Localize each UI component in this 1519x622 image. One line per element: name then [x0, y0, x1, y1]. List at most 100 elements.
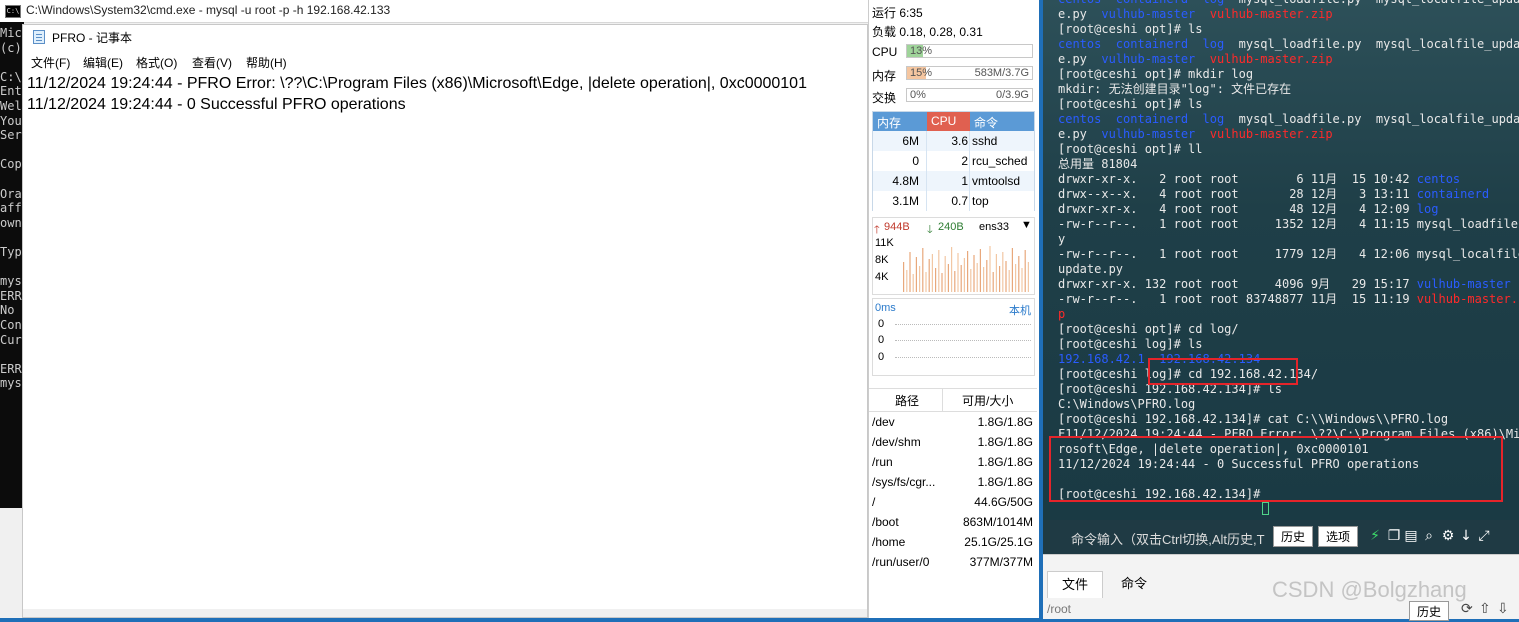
- path-history-button[interactable]: 历史: [1409, 601, 1449, 621]
- tab-commands[interactable]: 命令: [1107, 571, 1161, 597]
- net-traffic-bar: [976, 263, 978, 292]
- col-size-header[interactable]: 可用/大小: [962, 392, 1013, 409]
- disk-path: /: [872, 495, 876, 509]
- gear-icon[interactable]: ⚙: [1440, 527, 1456, 545]
- terminal-line: e.py vulhub-master vulhub-master.zip: [1058, 7, 1333, 22]
- terminal-text-segment: mysql_loadfile.py mysql_localfile_updat: [1238, 37, 1519, 51]
- disk-path: /sys/fs/cgr...: [872, 475, 936, 489]
- disk-row[interactable]: /dev/shm 1.8G/1.8G: [869, 432, 1037, 452]
- terminal-text-segment: vulhub-master: [1101, 7, 1210, 21]
- tab-files[interactable]: 文件: [1047, 571, 1103, 598]
- terminal-text-segment: [root@ceshi opt]# ll: [1058, 142, 1203, 156]
- menu-view[interactable]: 查看(V): [192, 54, 232, 71]
- terminal-line: -rw-r--r--. 1 root root 1779 12月 4 12:06…: [1058, 247, 1519, 262]
- disk-row[interactable]: /boot 863M/1014M: [869, 512, 1037, 532]
- download-rate: 240B: [938, 221, 964, 233]
- system-monitor-panel: 运行 6:35 负载 0.18, 0.28, 0.31 CPU 13% 内存 1…: [868, 0, 1039, 618]
- terminal-text-segment: drwxr-xr-x. 132 root root 4096 9月 29 15:…: [1058, 277, 1417, 291]
- terminal-text-segment: [root@ceshi opt]# mkdir log: [1058, 67, 1254, 81]
- download-icon[interactable]: ↓: [1458, 527, 1474, 545]
- refresh-icon[interactable]: ⟳: [1461, 601, 1473, 617]
- terminal-text-segment: C:\Windows\PFRO.log: [1058, 397, 1196, 411]
- terminal-line: [root@ceshi opt]# ls: [1058, 97, 1203, 112]
- process-cpu: 3.6: [951, 134, 968, 148]
- col-cmd-header[interactable]: 命令: [974, 114, 998, 131]
- disk-row[interactable]: /sys/fs/cgr... 1.8G/1.8G: [869, 472, 1037, 492]
- cell-divider: [926, 171, 927, 191]
- cpu-label: CPU: [872, 45, 898, 59]
- net-traffic-bar: [903, 262, 905, 292]
- notepad-line: 11/12/2024 19:24:44 - 0 Successful PFRO …: [27, 96, 406, 113]
- net-traffic-bar: [986, 260, 988, 292]
- notepad-titlebar[interactable]: PFRO - 记事本: [23, 25, 867, 50]
- notepad-menubar: 文件(F) 编辑(E) 格式(O) 查看(V) 帮助(H): [23, 50, 867, 72]
- terminal-text-segment: centos: [1416, 172, 1461, 186]
- process-row[interactable]: 0 2 rcu_sched: [873, 151, 1034, 171]
- copy-icon[interactable]: ❐: [1386, 527, 1402, 545]
- disk-row[interactable]: / 44.6G/50G: [869, 492, 1037, 512]
- disk-row[interactable]: /dev 1.8G/1.8G: [869, 412, 1037, 432]
- paste-icon[interactable]: ▤: [1403, 527, 1419, 545]
- cmd-titlebar[interactable]: C:\ C:\Windows\System32\cmd.exe - mysql …: [0, 0, 868, 23]
- ping-target[interactable]: 本机: [1009, 302, 1031, 318]
- net-traffic-bar: [1015, 264, 1017, 292]
- history-button[interactable]: 历史: [1273, 526, 1313, 547]
- ssh-terminal[interactable]: centos containerd log mysql_loadfile.py …: [1043, 0, 1519, 520]
- ping-value: 0ms: [875, 302, 896, 314]
- disk-row[interactable]: /run 1.8G/1.8G: [869, 452, 1037, 472]
- ping-row: 0: [878, 351, 885, 363]
- process-row[interactable]: 6M 3.6 sshd: [873, 131, 1034, 151]
- disk-size: 1.8G/1.8G: [977, 435, 1033, 449]
- net-traffic-bar: [951, 247, 953, 292]
- terminal-text-segment: centos containerd log: [1058, 37, 1239, 51]
- cmd-output-line: aff: [0, 201, 22, 216]
- cell-divider: [969, 151, 970, 171]
- col-path-header[interactable]: 路径: [895, 392, 919, 409]
- ping-gridline: [895, 324, 1031, 325]
- net-traffic-bar: [967, 251, 969, 292]
- mem-label: 内存: [872, 69, 897, 83]
- options-button[interactable]: 选项: [1318, 526, 1358, 547]
- cmd-output-line: own: [0, 215, 22, 230]
- process-row[interactable]: 4.8M 1 vmtoolsd: [873, 171, 1034, 191]
- disk-row[interactable]: /home 25.1G/25.1G: [869, 532, 1037, 552]
- net-traffic-bar: [931, 254, 933, 292]
- network-traffic-graph: [903, 246, 1029, 292]
- cmd-output-line: ERR: [0, 288, 22, 303]
- lightning-icon[interactable]: ⚡: [1367, 527, 1383, 545]
- notepad-horizontal-scrollbar[interactable]: [23, 609, 867, 617]
- net-traffic-bar: [1024, 250, 1026, 292]
- terminal-text-segment: vulhub-master.zip: [1209, 7, 1333, 21]
- search-icon[interactable]: ⌕: [1421, 527, 1437, 545]
- process-row[interactable]: 3.1M 0.7 top: [873, 191, 1034, 211]
- command-input-field[interactable]: 命令输入（双击Ctrl切换,Alt历史,T: [1071, 529, 1271, 548]
- terminal-line: update.py: [1058, 262, 1123, 277]
- terminal-text-segment: drwx--x--x. 4 root root 28 12月 3 13:11: [1058, 187, 1417, 201]
- process-table: 内存 CPU 命令 6M 3.6 sshd 0 2 rcu_sched 4.8M 1 vmtoo…: [872, 111, 1035, 211]
- menu-format[interactable]: 格式(O): [136, 54, 177, 71]
- current-path[interactable]: /root: [1047, 602, 1071, 616]
- disk-row[interactable]: /run/user/0 377M/377M: [869, 552, 1037, 572]
- terminal-text-segment: vulhub-master: [1101, 52, 1210, 66]
- cmd-console-body[interactable]: Mic (c) C:\ Ent Wel You Ser Cop Ora aff own Typ mys E…: [0, 22, 24, 508]
- interface-select[interactable]: ens33: [979, 221, 1009, 233]
- terminal-text-segment: update.py: [1058, 262, 1124, 276]
- chevron-down-icon[interactable]: ▼: [1021, 219, 1032, 231]
- terminal-line: [root@ceshi log]# ls: [1058, 337, 1203, 352]
- disk-size: 1.8G/1.8G: [977, 455, 1033, 469]
- swap-amount: 0/3.9G: [995, 89, 1029, 101]
- ping-gridline: [895, 340, 1031, 341]
- menu-file[interactable]: 文件(F): [31, 54, 70, 71]
- col-cpu-header[interactable]: CPU: [931, 114, 956, 128]
- menu-help[interactable]: 帮助(H): [246, 54, 287, 71]
- col-mem-header[interactable]: 内存: [877, 114, 901, 131]
- upload-icon[interactable]: ⇧: [1479, 601, 1491, 617]
- fullscreen-icon[interactable]: ⤢: [1476, 527, 1492, 545]
- menu-edit[interactable]: 编辑(E): [83, 54, 123, 71]
- cmd-output-line: Ser: [0, 128, 22, 143]
- download-file-icon[interactable]: ⇩: [1497, 601, 1509, 617]
- terminal-line: mkdir: 无法创建目录"log": 文件已存在: [1058, 82, 1291, 97]
- terminal-text-segment: 总用量 81804: [1058, 157, 1138, 171]
- notepad-text-area[interactable]: 11/12/2024 19:24:44 - PFRO Error: \??\C:…: [27, 73, 867, 617]
- cmd-output-line: C:\: [0, 69, 22, 84]
